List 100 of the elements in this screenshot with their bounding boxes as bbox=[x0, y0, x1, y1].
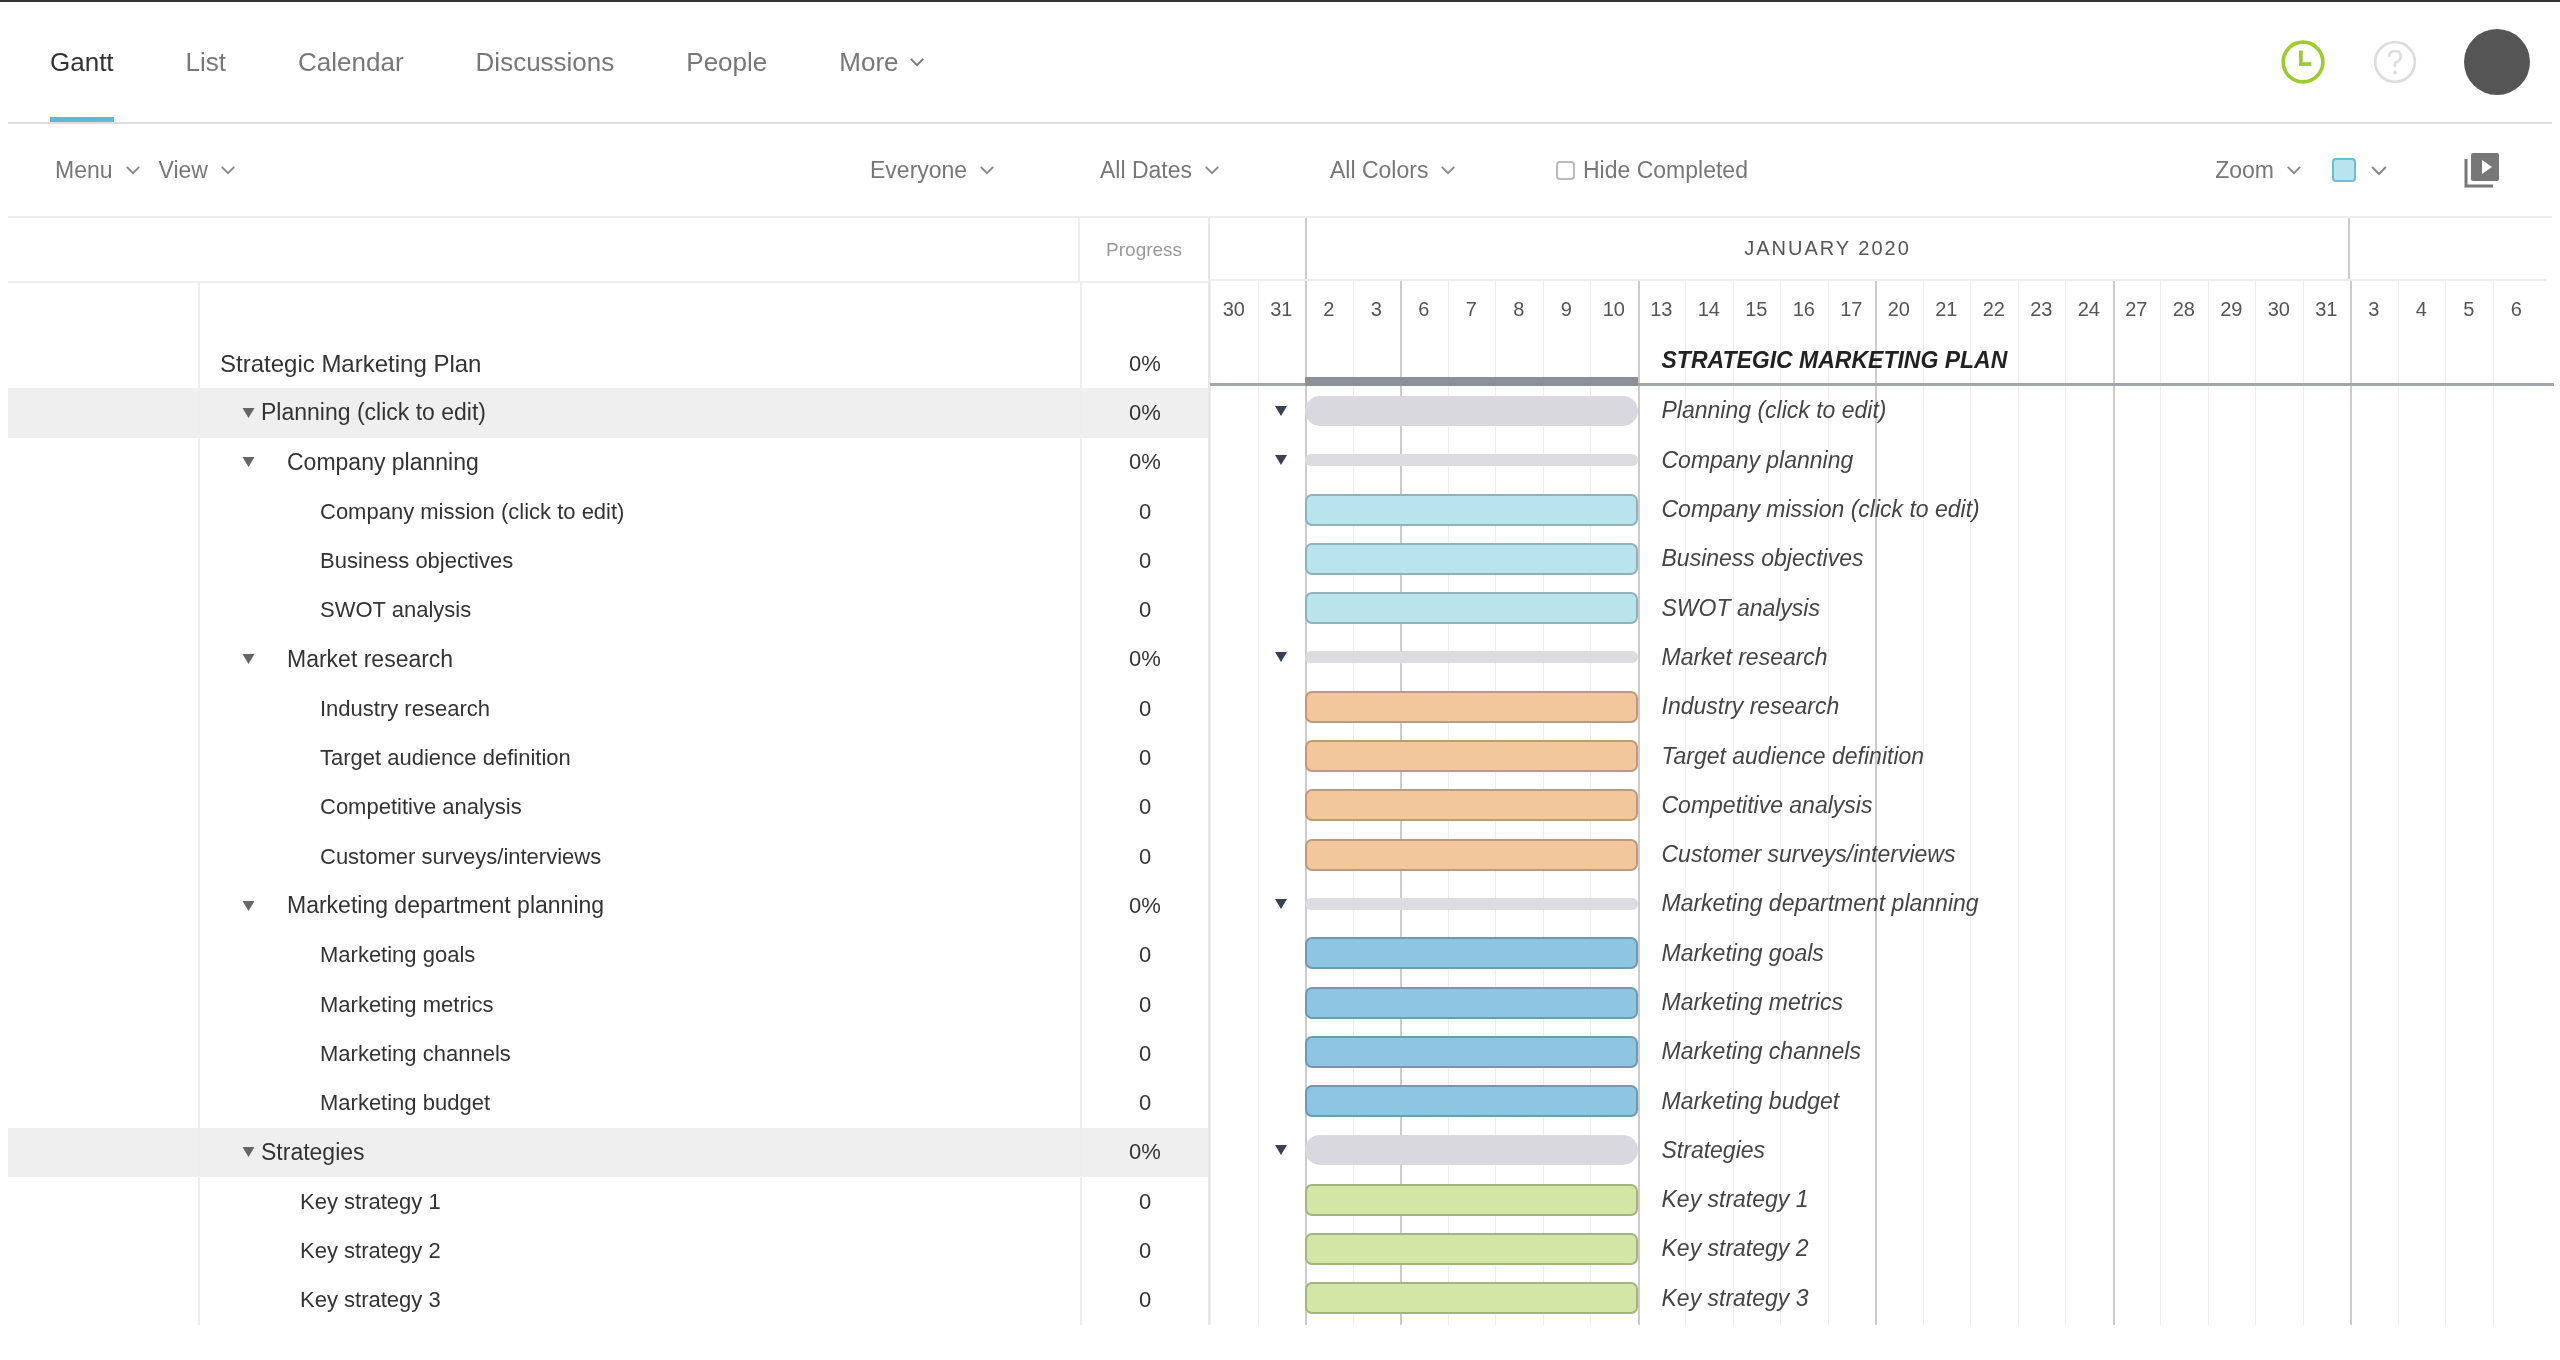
group-bar[interactable] bbox=[1305, 651, 1638, 664]
task-name[interactable]: Strategic Marketing Plan bbox=[220, 349, 482, 378]
progress-value: 0 bbox=[1138, 1287, 1152, 1314]
day-label: 30 bbox=[2267, 297, 2290, 321]
bar-label: Target audience definition bbox=[1661, 742, 1925, 769]
project-bar[interactable] bbox=[1305, 377, 1638, 387]
nav-tab[interactable]: More bbox=[839, 2, 925, 122]
task-bar[interactable] bbox=[1305, 1035, 1638, 1068]
chevron-down-icon bbox=[220, 165, 236, 175]
progress-value: 0 bbox=[1138, 1188, 1152, 1215]
filter-dropdown[interactable]: Everyone bbox=[870, 156, 1100, 184]
task-bar[interactable] bbox=[1305, 1282, 1638, 1315]
progress-value: 0 bbox=[1138, 1040, 1152, 1067]
day-label: 27 bbox=[2125, 297, 2148, 321]
progress-value: 0 bbox=[1138, 597, 1152, 624]
task-bar[interactable] bbox=[1305, 493, 1638, 526]
color-swatch[interactable] bbox=[2332, 158, 2356, 182]
task-name[interactable]: Company planning bbox=[287, 448, 479, 476]
clock-icon[interactable] bbox=[2280, 39, 2326, 85]
task-bar[interactable] bbox=[1305, 542, 1638, 575]
menu-dropdown[interactable]: View bbox=[158, 156, 236, 184]
task-name[interactable]: Marketing budget bbox=[320, 1090, 490, 1117]
task-name[interactable]: SWOT analysis bbox=[320, 597, 472, 624]
group-bar[interactable] bbox=[1305, 454, 1638, 467]
day-label: 14 bbox=[1697, 297, 1720, 321]
task-bar[interactable] bbox=[1305, 1233, 1638, 1265]
task-name[interactable]: Target audience definition bbox=[320, 745, 571, 771]
task-bar[interactable] bbox=[1305, 690, 1638, 723]
slideshow-icon[interactable] bbox=[2462, 150, 2502, 190]
task-name[interactable]: Key strategy 2 bbox=[300, 1238, 441, 1264]
task-bar[interactable] bbox=[1305, 740, 1638, 772]
day-label: 17 bbox=[1840, 297, 1863, 321]
day-label: 24 bbox=[2077, 297, 2100, 321]
task-name[interactable]: Strategies bbox=[261, 1138, 365, 1166]
task-name[interactable]: Marketing channels bbox=[320, 1040, 511, 1067]
progress-value: 0% bbox=[1129, 892, 1161, 919]
bar-label: Company mission (click to edit) bbox=[1661, 496, 1980, 523]
task-bar[interactable] bbox=[1305, 1085, 1638, 1118]
expand-toggle-icon[interactable] bbox=[1275, 652, 1288, 663]
task-name[interactable]: Business objectives bbox=[320, 547, 514, 574]
progress-value: 0 bbox=[1138, 695, 1152, 722]
task-bar[interactable] bbox=[1305, 592, 1638, 625]
day-label: 3 bbox=[1370, 297, 1382, 321]
day-label: 16 bbox=[1792, 297, 1815, 321]
filter-dropdown[interactable]: All Colors bbox=[1330, 156, 1560, 184]
task-bar[interactable] bbox=[1305, 937, 1638, 970]
group-bar[interactable] bbox=[1305, 897, 1638, 910]
day-label: 22 bbox=[1982, 297, 2005, 321]
task-name[interactable]: Industry research bbox=[320, 695, 490, 722]
filter-dropdown[interactable]: All Dates bbox=[1100, 156, 1330, 184]
help-icon[interactable] bbox=[2372, 39, 2418, 85]
bar-label: Customer surveys/interviews bbox=[1661, 841, 1956, 868]
expand-toggle-icon[interactable] bbox=[242, 900, 255, 911]
day-label: 28 bbox=[2172, 297, 2195, 321]
expand-toggle-icon[interactable] bbox=[242, 654, 255, 665]
task-bar[interactable] bbox=[1305, 986, 1638, 1019]
task-bar[interactable] bbox=[1305, 838, 1638, 871]
chevron-down-icon[interactable] bbox=[2370, 164, 2388, 176]
task-name[interactable]: Market research bbox=[287, 645, 454, 673]
nav-tab[interactable]: Calendar bbox=[298, 2, 404, 122]
expand-toggle-icon[interactable] bbox=[1275, 405, 1288, 416]
expand-toggle-icon[interactable] bbox=[1275, 898, 1288, 909]
progress-value: 0% bbox=[1129, 350, 1161, 377]
expand-toggle-icon[interactable] bbox=[242, 407, 255, 418]
task-name[interactable]: Marketing goals bbox=[320, 942, 476, 969]
task-name[interactable]: Marketing department planning bbox=[287, 892, 605, 920]
nav-tab[interactable]: List bbox=[185, 2, 227, 122]
expand-toggle-icon[interactable] bbox=[1275, 455, 1288, 466]
task-bar[interactable] bbox=[1305, 789, 1638, 822]
expand-toggle-icon[interactable] bbox=[1275, 1145, 1288, 1156]
task-name[interactable]: Marketing metrics bbox=[320, 991, 494, 1018]
progress-value: 0 bbox=[1138, 498, 1152, 525]
task-name[interactable]: Key strategy 1 bbox=[300, 1188, 441, 1215]
task-name[interactable]: Competitive analysis bbox=[320, 794, 522, 821]
task-bar[interactable] bbox=[1305, 1183, 1638, 1216]
day-label: 5 bbox=[2463, 297, 2475, 321]
expand-toggle-icon[interactable] bbox=[242, 1147, 255, 1158]
nav-tab[interactable]: Gantt bbox=[50, 2, 114, 122]
day-label: 6 bbox=[1418, 297, 1430, 321]
task-name[interactable]: Customer surveys/interviews bbox=[320, 843, 602, 870]
progress-value: 0 bbox=[1138, 1238, 1152, 1264]
checkbox-label: Hide Completed bbox=[1583, 156, 1748, 184]
nav-tab[interactable]: People bbox=[686, 2, 768, 122]
bar-label: Marketing metrics bbox=[1661, 989, 1843, 1015]
group-bar[interactable] bbox=[1305, 1135, 1638, 1166]
day-label: 7 bbox=[1465, 297, 1477, 321]
task-name[interactable]: Key strategy 3 bbox=[300, 1287, 441, 1314]
task-name[interactable]: Company mission (click to edit) bbox=[320, 498, 625, 525]
bar-label: Key strategy 2 bbox=[1661, 1235, 1809, 1262]
menu-dropdown[interactable]: Menu bbox=[55, 156, 141, 184]
bar-label: Marketing budget bbox=[1661, 1087, 1840, 1114]
task-name[interactable]: Planning (click to edit) bbox=[261, 399, 486, 427]
nav-tab[interactable]: Discussions bbox=[475, 2, 615, 122]
day-label: 10 bbox=[1602, 297, 1625, 321]
day-label: 8 bbox=[1513, 297, 1525, 321]
checkbox[interactable] bbox=[1556, 160, 1575, 180]
expand-toggle-icon[interactable] bbox=[242, 457, 255, 468]
group-bar[interactable] bbox=[1305, 395, 1638, 426]
bar-label: Market research bbox=[1661, 643, 1828, 670]
zoom-dropdown[interactable]: Zoom bbox=[2215, 156, 2302, 184]
